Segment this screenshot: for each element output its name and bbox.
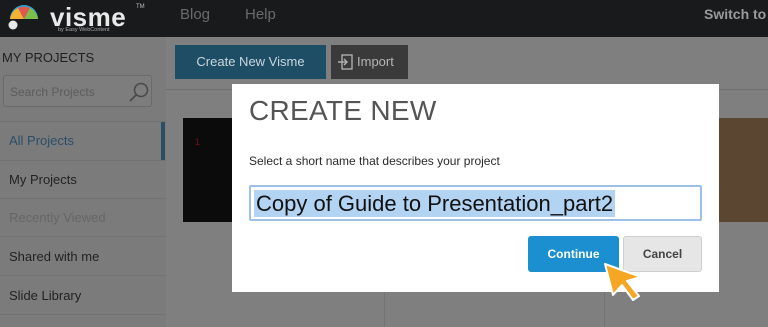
search-icon[interactable] <box>128 81 150 103</box>
active-indicator <box>161 122 165 160</box>
sidebar-item-all-projects[interactable]: All Projects <box>9 133 74 148</box>
dialog-instructions: Select a short name that describes your … <box>249 154 500 168</box>
dialog-title: CREATE NEW <box>249 95 437 126</box>
project-name-input[interactable]: Copy of Guide to Presentation_part2 <box>249 185 702 221</box>
sidebar-item-recently-viewed[interactable]: Recently Viewed <box>9 210 106 225</box>
nav-help-link[interactable]: Help <box>245 6 276 23</box>
sidebar-item-slide-library[interactable]: Slide Library <box>9 288 81 303</box>
nav-blog-link[interactable]: Blog <box>180 6 210 23</box>
thumbnail-number: 1 <box>195 137 201 147</box>
project-thumbnail[interactable] <box>719 118 768 222</box>
import-button[interactable]: Import <box>331 45 408 79</box>
logo-tagline: by Easy WebContent <box>58 27 110 33</box>
sidebar-divider <box>0 160 166 161</box>
logo-trademark: TM <box>136 4 145 10</box>
sidebar-divider <box>0 314 166 315</box>
project-search <box>3 75 152 107</box>
sidebar-title: MY PROJECTS <box>2 50 95 65</box>
sidebar: MY PROJECTS All Projects My Projects Rec… <box>0 37 166 327</box>
sidebar-divider <box>0 121 166 122</box>
import-icon <box>338 54 353 70</box>
sidebar-divider <box>0 236 166 237</box>
sidebar-divider <box>0 275 166 276</box>
search-input[interactable] <box>10 84 120 100</box>
create-new-dialog: CREATE NEW Select a short name that desc… <box>232 84 719 292</box>
visme-logo-icon <box>8 5 38 30</box>
sidebar-divider <box>0 198 166 199</box>
create-new-visme-button[interactable]: Create New Visme <box>175 45 326 79</box>
pointer-cursor-icon <box>604 263 642 301</box>
visme-logo[interactable]: visme TM by Easy WebContent <box>4 2 145 35</box>
sidebar-item-shared-with-me[interactable]: Shared with me <box>9 249 99 264</box>
top-bar: visme TM by Easy WebContent Blog Help Sw… <box>0 0 768 37</box>
nav-switch-link[interactable]: Switch to V <box>704 6 768 22</box>
import-label: Import <box>357 54 394 69</box>
sidebar-item-my-projects[interactable]: My Projects <box>9 172 77 187</box>
project-name-value: Copy of Guide to Presentation_part2 <box>254 190 616 217</box>
